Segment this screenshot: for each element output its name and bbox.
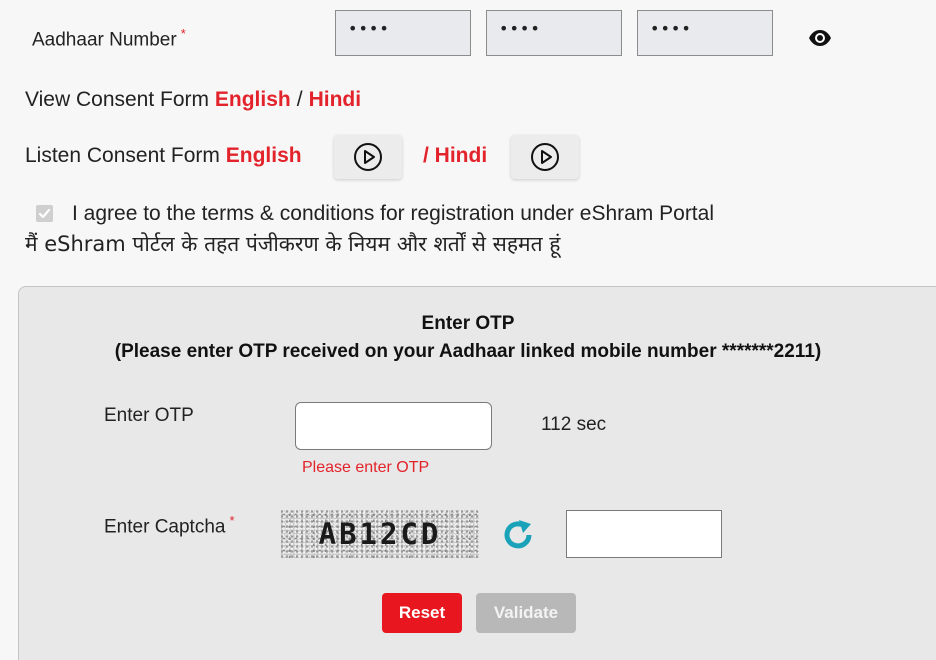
link-separator: /	[296, 88, 303, 111]
view-consent-row: View Consent Form English / Hindi	[25, 88, 361, 112]
aadhaar-segment-3[interactable]	[637, 10, 773, 56]
otp-panel-subtitle: (Please enter OTP received on your Aadha…	[114, 341, 822, 362]
play-circle-icon	[531, 143, 559, 171]
listen-consent-row: Listen Consent Form English	[25, 144, 302, 168]
required-mark: *	[229, 513, 235, 528]
eye-icon[interactable]	[808, 28, 832, 48]
view-consent-english-link[interactable]: English	[215, 88, 291, 111]
terms-checkbox[interactable]	[36, 205, 53, 222]
listen-consent-english-link[interactable]: English	[226, 144, 302, 167]
checkmark-icon	[38, 208, 51, 219]
refresh-icon[interactable]	[500, 517, 536, 553]
terms-text-hindi: मैं eShram पोर्टल के तहत पंजीकरण के नियम…	[25, 232, 561, 256]
otp-input[interactable]	[295, 402, 492, 450]
captcha-field-label: Enter Captcha *	[104, 513, 235, 538]
terms-text-english: I agree to the terms & conditions for re…	[72, 202, 714, 225]
aadhaar-label-text: Aadhaar Number	[32, 29, 177, 51]
otp-error-message: Please enter OTP	[302, 459, 430, 476]
otp-countdown-timer: 112 sec	[541, 414, 607, 435]
required-mark: *	[180, 26, 186, 41]
play-english-audio-button[interactable]	[334, 135, 402, 179]
listen-consent-hindi-link[interactable]: / Hindi	[423, 144, 487, 168]
validate-button[interactable]: Validate	[476, 593, 576, 633]
captcha-input[interactable]	[566, 510, 722, 558]
reset-button[interactable]: Reset	[382, 593, 462, 633]
captcha-image: AB12CD	[281, 510, 479, 558]
view-consent-label: View Consent Form	[25, 88, 210, 111]
captcha-label-text: Enter Captcha	[104, 516, 226, 538]
otp-field-label: Enter OTP	[104, 405, 194, 426]
aadhaar-segment-2[interactable]	[486, 10, 622, 56]
play-circle-icon	[354, 143, 382, 171]
aadhaar-number-label: Aadhaar Number *	[32, 26, 186, 51]
listen-consent-label: Listen Consent Form	[25, 144, 220, 167]
otp-panel-title: Enter OTP	[421, 313, 515, 334]
play-hindi-audio-button[interactable]	[511, 135, 579, 179]
otp-verification-page: Aadhaar Number* View Consent Form Englis…	[0, 0, 936, 660]
aadhaar-segment-1[interactable]	[335, 10, 471, 56]
view-consent-hindi-link[interactable]: Hindi	[309, 88, 362, 111]
